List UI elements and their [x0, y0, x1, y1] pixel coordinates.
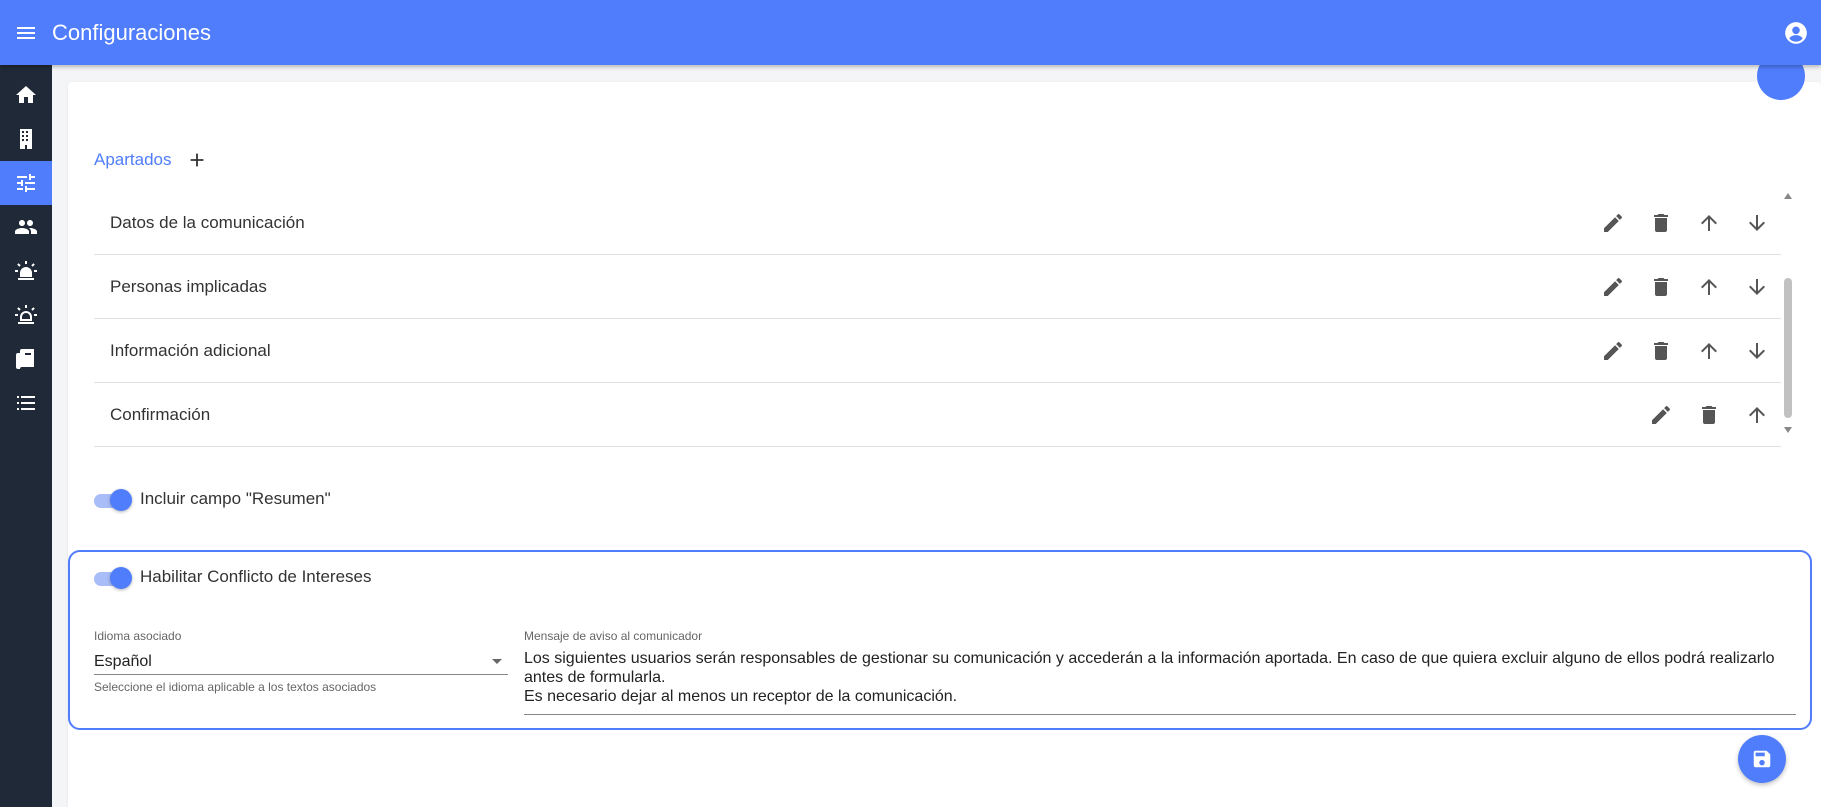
sidebar-item-documents[interactable]	[0, 337, 52, 381]
list-item: Confirmación	[94, 383, 1781, 447]
list-item-label: Información adicional	[110, 340, 271, 360]
conflicto-switch[interactable]	[94, 566, 132, 589]
idioma-label: Idioma asociado	[94, 629, 182, 643]
account-circle-icon	[1785, 22, 1807, 44]
sidebar-item-alerts[interactable]	[0, 249, 52, 293]
alarm-light-icon	[15, 261, 37, 280]
move-up-button[interactable]	[1697, 275, 1721, 299]
mensaje-label: Mensaje de aviso al comunicador	[524, 629, 703, 643]
delete-button[interactable]	[1697, 403, 1721, 427]
mensaje-field: Mensaje de aviso al comunicador Los sigu…	[524, 629, 1796, 715]
list-item: Información adicional	[94, 319, 1781, 383]
apartados-header: Apartados	[94, 149, 208, 171]
sidebar-item-list[interactable]	[0, 381, 52, 425]
conflicto-toggle-row: Habilitar Conflicto de Intereses	[94, 566, 372, 589]
pencil-icon	[1604, 213, 1623, 232]
building-icon	[20, 129, 32, 149]
floppy-disk-icon	[1753, 750, 1771, 768]
book-icon	[16, 349, 34, 369]
top-app-bar: Configuraciones	[0, 0, 1821, 65]
move-down-button[interactable]	[1745, 211, 1769, 235]
trash-icon	[1702, 406, 1716, 424]
arrow-up-icon	[1701, 279, 1717, 295]
sidebar-item-buildings[interactable]	[0, 117, 52, 161]
page-title: Configuraciones	[52, 19, 211, 45]
edit-button[interactable]	[1601, 339, 1625, 363]
scroll-up-arrow[interactable]	[1784, 193, 1792, 199]
alarm-light-outline-icon	[15, 305, 37, 324]
sidebar-item-settings[interactable]	[0, 161, 52, 205]
pencil-icon	[1652, 405, 1671, 424]
arrow-up-icon	[1701, 343, 1717, 359]
idioma-field: Idioma asociado Español Seleccione el id…	[94, 629, 508, 694]
mensaje-textarea[interactable]: Los siguientes usuarios serán responsabl…	[524, 649, 1796, 715]
edit-button[interactable]	[1601, 211, 1625, 235]
add-apartado-button[interactable]	[186, 149, 208, 171]
list-item-label: Datos de la comunicación	[110, 212, 305, 232]
move-up-button[interactable]	[1745, 403, 1769, 427]
delete-button[interactable]	[1649, 211, 1673, 235]
pencil-icon	[1604, 277, 1623, 296]
arrow-down-icon	[1749, 215, 1765, 231]
list-icon	[17, 396, 35, 410]
pencil-icon	[1604, 341, 1623, 360]
people-icon	[15, 220, 37, 234]
scroll-down-arrow[interactable]	[1784, 427, 1792, 433]
trash-icon	[1654, 342, 1668, 360]
move-up-button[interactable]	[1697, 211, 1721, 235]
resumen-switch[interactable]	[94, 488, 132, 511]
delete-button[interactable]	[1649, 339, 1673, 363]
arrow-down-icon	[1749, 279, 1765, 295]
apartados-title: Apartados	[94, 150, 172, 169]
idioma-hint: Seleccione el idioma aplicable a los tex…	[94, 680, 377, 694]
sidebar-item-home[interactable]	[0, 73, 52, 117]
delete-button[interactable]	[1649, 275, 1673, 299]
arrow-up-icon	[1749, 407, 1765, 423]
sidebar-item-users[interactable]	[0, 205, 52, 249]
move-down-button[interactable]	[1745, 275, 1769, 299]
sidebar-item-alerts-outline[interactable]	[0, 293, 52, 337]
list-scrollbar[interactable]	[1781, 191, 1795, 435]
dropdown-arrow-icon	[492, 659, 502, 664]
sidebar	[0, 65, 52, 807]
switch-thumb	[110, 567, 132, 589]
account-button[interactable]	[1783, 20, 1809, 46]
trash-icon	[1654, 214, 1668, 232]
arrow-up-icon	[1701, 215, 1717, 231]
list-item-label: Personas implicadas	[110, 276, 267, 296]
list-item: Personas implicadas	[94, 255, 1781, 319]
tune-icon	[17, 174, 35, 192]
resumen-label: Incluir campo "Resumen"	[140, 489, 331, 508]
home-icon	[16, 86, 36, 103]
idioma-select[interactable]: Español	[94, 649, 508, 675]
list-item: Datos de la comunicación	[94, 191, 1781, 255]
save-button[interactable]	[1738, 735, 1786, 783]
move-up-button[interactable]	[1697, 339, 1721, 363]
arrow-down-icon	[1749, 343, 1765, 359]
edit-button[interactable]	[1601, 275, 1625, 299]
list-item-label: Confirmación	[110, 404, 211, 424]
menu-button[interactable]	[0, 0, 52, 65]
edit-button[interactable]	[1649, 403, 1673, 427]
move-down-button[interactable]	[1745, 339, 1769, 363]
apartados-list: Datos de la comunicación Personas implic…	[94, 191, 1781, 447]
scroll-thumb[interactable]	[1784, 278, 1792, 418]
idioma-value: Español	[94, 652, 152, 670]
conflicto-label: Habilitar Conflicto de Intereses	[140, 567, 372, 586]
menu-icon	[17, 26, 35, 39]
plus-icon	[190, 153, 203, 167]
trash-icon	[1654, 278, 1668, 296]
resumen-toggle-row: Incluir campo "Resumen"	[94, 488, 331, 511]
switch-thumb	[110, 489, 132, 511]
